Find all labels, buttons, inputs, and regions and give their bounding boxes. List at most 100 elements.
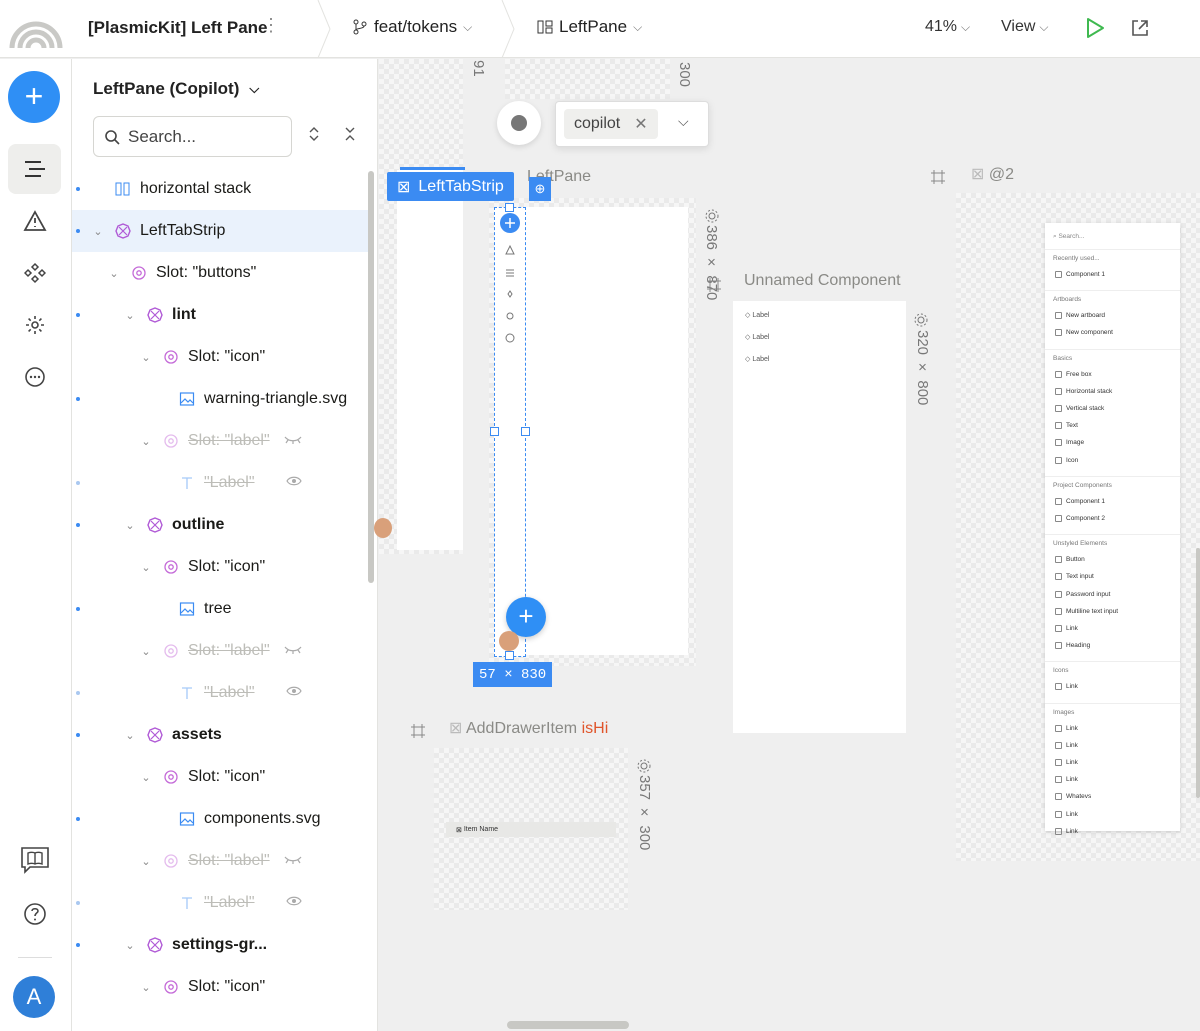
- tree-row[interactable]: ⌄ settings-gr...: [72, 924, 368, 966]
- tree-row[interactable]: ⌄ Slot: "label": [72, 630, 368, 672]
- tree-row[interactable]: tree: [72, 588, 368, 630]
- add-element-button[interactable]: +: [8, 71, 60, 123]
- chevron-down-icon[interactable]: ⌄: [124, 729, 136, 742]
- resize-handle[interactable]: [505, 203, 514, 212]
- eye-icon[interactable]: [286, 894, 302, 912]
- artboard-icon[interactable]: [410, 723, 426, 739]
- collapse-all-icon[interactable]: [344, 127, 356, 141]
- chevron-down-icon[interactable]: ⌄: [140, 351, 152, 364]
- chevron-down-icon[interactable]: ⌵: [678, 113, 689, 130]
- tree-row[interactable]: ⌄ lint: [72, 294, 368, 336]
- tree-row[interactable]: ⌄ Slot: "icon": [72, 336, 368, 378]
- eye-closed-icon[interactable]: [284, 432, 302, 450]
- item-icon: [1055, 827, 1062, 835]
- mini-list-item: Link: [1055, 810, 1078, 818]
- tree-row[interactable]: components.svg: [72, 798, 368, 840]
- project-menu-icon[interactable]: ⋮: [262, 15, 280, 36]
- tree-row[interactable]: "Label": [72, 462, 368, 504]
- tree-row[interactable]: ⌄ Slot: "icon": [72, 966, 368, 1008]
- artboard-icon[interactable]: [930, 169, 946, 185]
- outline-tab[interactable]: [8, 144, 61, 194]
- tree-row[interactable]: horizontal stack: [72, 168, 368, 210]
- selected-element-badge[interactable]: ⊠ LeftTabStrip: [387, 172, 514, 201]
- play-preview-icon[interactable]: [1085, 17, 1105, 39]
- artboard-icon[interactable]: [706, 277, 722, 293]
- search-input[interactable]: Search...: [93, 116, 292, 157]
- chevron-down-icon[interactable]: ⌄: [140, 561, 152, 574]
- branch-selector[interactable]: feat/tokens ⌵: [352, 17, 472, 37]
- record-button[interactable]: [497, 101, 541, 145]
- tree-row-label: "Label": [204, 684, 255, 701]
- item-icon: [1055, 387, 1062, 395]
- settings-tab[interactable]: [8, 300, 61, 350]
- view-menu-button[interactable]: View ⌵: [1001, 18, 1049, 36]
- avatar[interactable]: A: [13, 976, 55, 1018]
- tree-row[interactable]: "Label": [72, 882, 368, 924]
- chevron-down-icon[interactable]: ⌄: [124, 309, 136, 322]
- mini-list-item: Link: [1055, 625, 1078, 632]
- project-title[interactable]: [PlasmicKit] Left Pane: [88, 18, 268, 38]
- tree-row[interactable]: ⌄ Slot: "buttons": [72, 252, 368, 294]
- chevron-down-icon[interactable]: ⌄: [108, 267, 120, 280]
- mini-list-item: Link: [1055, 724, 1078, 732]
- expand-all-icon[interactable]: [308, 127, 320, 141]
- more-tab[interactable]: [8, 352, 61, 402]
- unnamed-component-frame[interactable]: ◇ Label ◇ Label ◇ Label: [733, 301, 906, 733]
- arena-name: LeftPane: [559, 17, 628, 36]
- help-tab[interactable]: [8, 889, 61, 939]
- plasmic-logo[interactable]: [8, 10, 64, 50]
- resize-handle[interactable]: [490, 427, 499, 436]
- eye-icon[interactable]: [286, 474, 302, 492]
- unnamed-component-label[interactable]: Unnamed Component: [744, 272, 901, 290]
- tree-row[interactable]: ⌄ Slot: "icon": [72, 756, 368, 798]
- eye-icon[interactable]: [286, 684, 302, 702]
- copilot-chip[interactable]: copilot ✕: [564, 109, 658, 139]
- components-tab[interactable]: [8, 248, 61, 298]
- lint-tab[interactable]: [8, 196, 61, 246]
- tree-row[interactable]: ⌄ outline: [72, 504, 368, 546]
- eye-closed-icon[interactable]: [284, 642, 302, 660]
- docs-tab[interactable]: [8, 835, 61, 885]
- mini-list-item: Text input: [1055, 573, 1094, 581]
- chevron-down-icon[interactable]: ⌄: [124, 519, 136, 532]
- gear-icon[interactable]: [704, 208, 720, 224]
- chevron-down-icon[interactable]: ⌄: [140, 435, 152, 448]
- tree-row[interactable]: ⌄ Slot: "icon": [72, 546, 368, 588]
- tree-row[interactable]: ⌄ assets: [72, 714, 368, 756]
- comment-icon[interactable]: ⊕: [529, 177, 551, 201]
- tree-row[interactable]: "Label": [72, 672, 368, 714]
- resize-handle[interactable]: [521, 427, 530, 436]
- tree-row-label: Slot: "label": [188, 642, 270, 659]
- chevron-down-icon[interactable]: ⌄: [92, 225, 104, 238]
- copilot-select[interactable]: copilot ✕ ⌵: [555, 101, 709, 147]
- canvas-vertical-scrollbar[interactable]: [1196, 548, 1200, 798]
- panel-title[interactable]: LeftPane (Copilot) ⌵: [93, 79, 259, 99]
- arena-selector[interactable]: LeftPane ⌵: [537, 17, 642, 37]
- item-icon: [1055, 573, 1062, 581]
- tree-row[interactable]: ⌄ Slot: "label": [72, 420, 368, 462]
- tree-row[interactable]: ⌄ Slot: "label": [72, 840, 368, 882]
- chevron-down-icon[interactable]: ⌄: [124, 939, 136, 952]
- eye-closed-icon[interactable]: [284, 852, 302, 870]
- mini-list-item: Multiline text input: [1055, 607, 1118, 615]
- tree-row[interactable]: ⌄ LeftTabStrip: [72, 210, 368, 252]
- gear-icon[interactable]: [913, 312, 929, 328]
- zoom-selector[interactable]: 41% ⌵: [925, 18, 970, 36]
- at2-frame-label[interactable]: ⊠ @2: [971, 164, 1014, 184]
- open-external-icon[interactable]: [1130, 18, 1150, 38]
- top-frame[interactable]: [505, 59, 670, 99]
- close-icon[interactable]: ✕: [634, 114, 647, 134]
- chevron-down-icon[interactable]: ⌄: [140, 771, 152, 784]
- chevron-down-icon[interactable]: ⌄: [140, 981, 152, 994]
- gear-icon[interactable]: [636, 758, 652, 774]
- panel-scrollbar[interactable]: [368, 171, 374, 583]
- canvas-horizontal-scrollbar[interactable]: [507, 1021, 629, 1029]
- resize-handle[interactable]: [505, 651, 514, 660]
- chevron-down-icon[interactable]: ⌄: [140, 855, 152, 868]
- unnamed-dims: 320 × 800: [914, 330, 931, 406]
- chevron-down-icon[interactable]: ⌄: [140, 645, 152, 658]
- tree-row[interactable]: warning-triangle.svg: [72, 378, 368, 420]
- adddraweritem-frame[interactable]: ⊠ Item Name: [434, 748, 628, 910]
- adddraweritem-label[interactable]: ⊠ AddDrawerItem isHi: [449, 718, 608, 738]
- slot-icon: [162, 348, 180, 366]
